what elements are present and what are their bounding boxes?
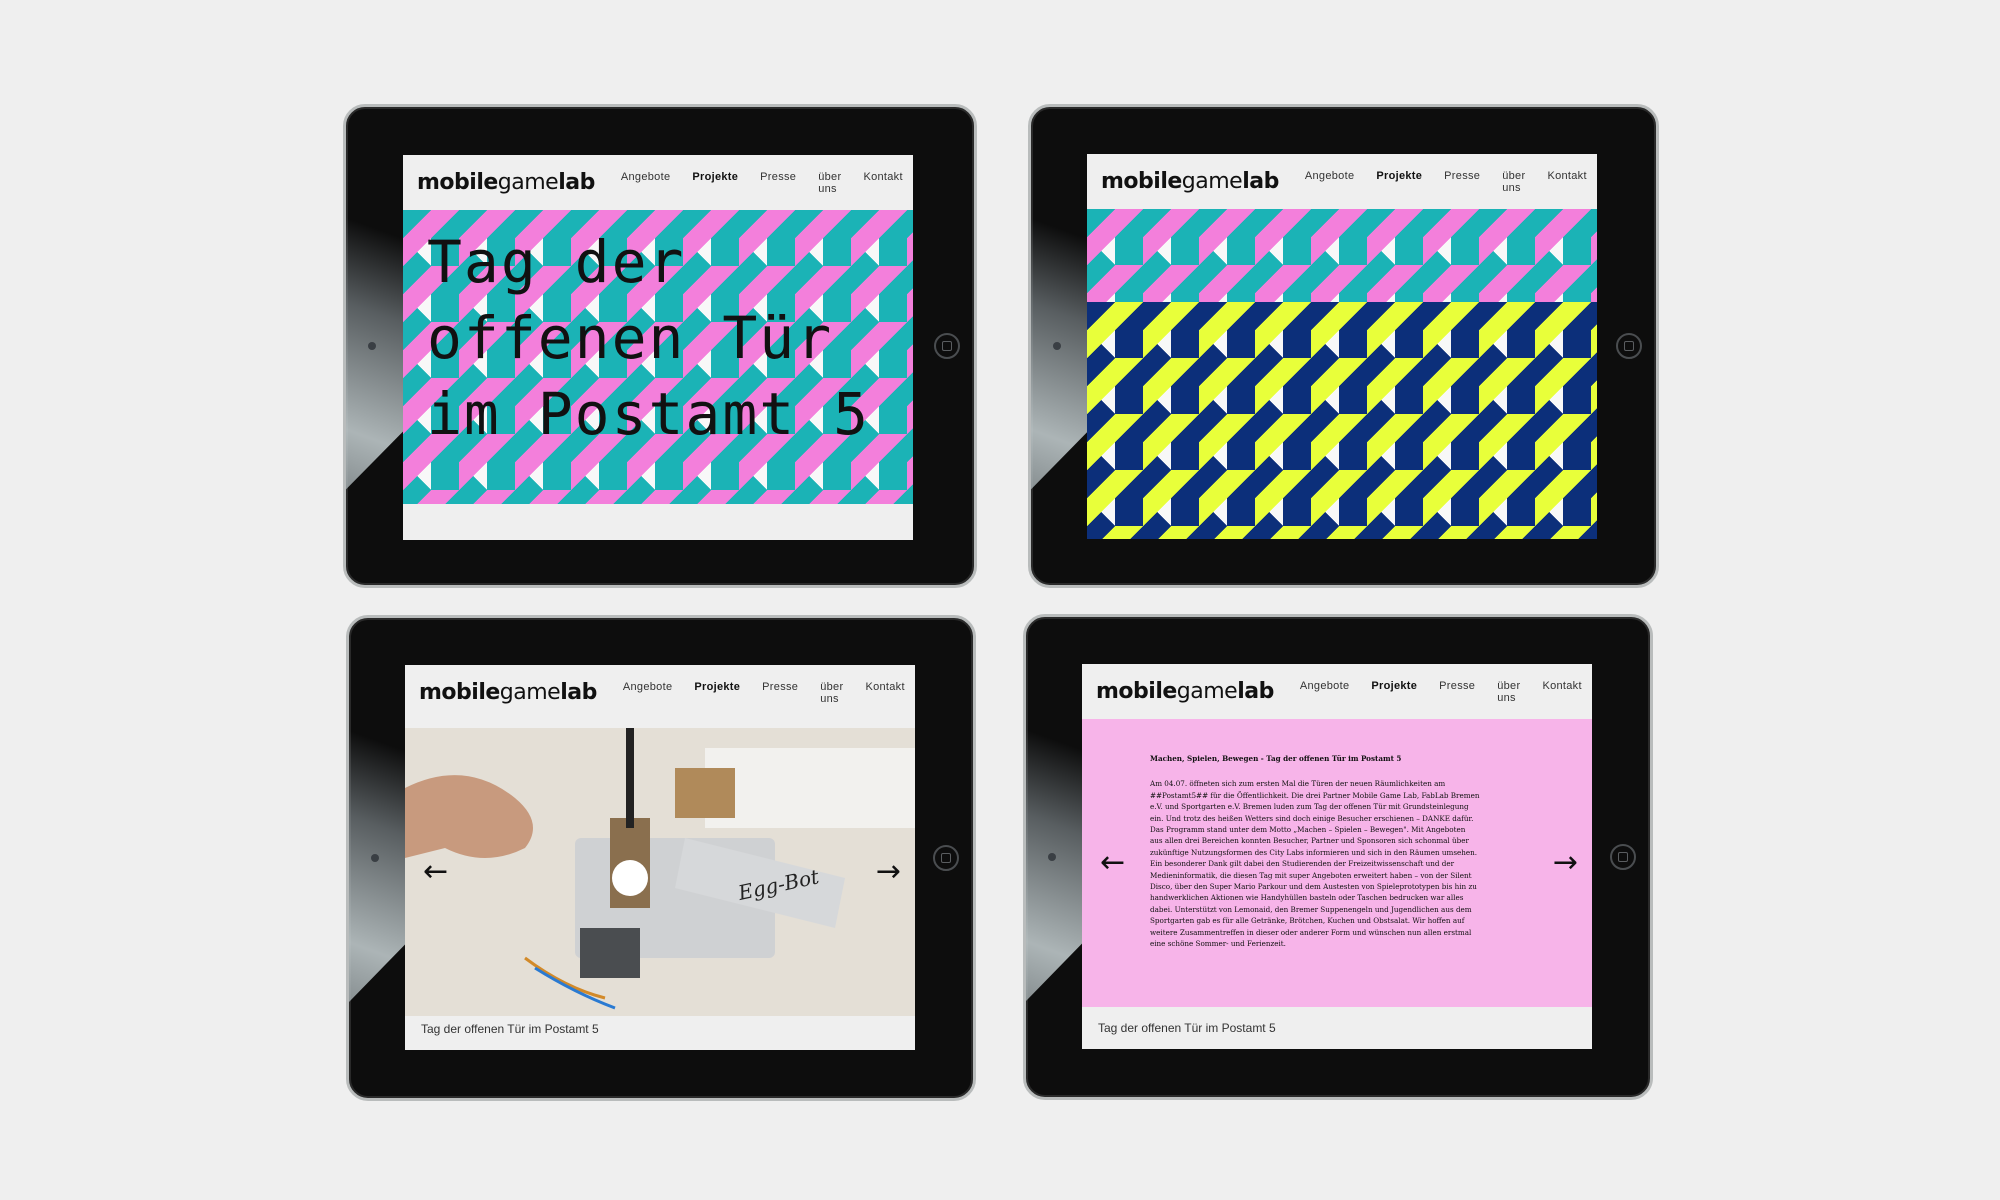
article-panel: Machen, Spielen, Bewegen - Tag der offen… xyxy=(1082,719,1592,1007)
tablet-frame-4: mobilegamelab Angebote Projekte Presse ü… xyxy=(1023,614,1653,1100)
nav-item-ueber-uns[interactable]: über uns xyxy=(1502,170,1525,194)
main-nav: Angebote Projekte Presse über uns Kontak… xyxy=(1300,680,1592,704)
tablet-frame-1: mobilegamelab Angebote Projekte Presse ü… xyxy=(343,104,977,588)
nav-item-presse[interactable]: Presse xyxy=(1444,170,1480,194)
nav-item-kontakt[interactable]: Kontakt xyxy=(863,171,902,195)
nav-item-ueber-uns[interactable]: über uns xyxy=(818,171,841,195)
prev-arrow-icon[interactable]: ← xyxy=(1100,847,1125,879)
logo[interactable]: mobilegamelab xyxy=(1101,169,1279,194)
nav-item-kontakt[interactable]: Kontakt xyxy=(1542,680,1581,704)
screen-4: mobilegamelab Angebote Projekte Presse ü… xyxy=(1082,664,1592,1049)
nav-item-presse[interactable]: Presse xyxy=(762,681,798,705)
screen-1: mobilegamelab Angebote Projekte Presse ü… xyxy=(403,155,913,540)
site-header: mobilegamelab Angebote Projekte Presse ü… xyxy=(1087,154,1597,209)
project-photo: Egg-Bot ← → xyxy=(405,728,915,1016)
home-button[interactable] xyxy=(933,845,959,871)
prev-arrow-icon[interactable]: ← xyxy=(423,856,448,888)
nav-item-projekte[interactable]: Projekte xyxy=(1371,680,1417,704)
hero-pattern-top xyxy=(1087,209,1597,302)
hero-pattern: Tag der offenen Tür im Postamt 5 xyxy=(403,210,913,504)
logo[interactable]: mobilegamelab xyxy=(419,680,597,705)
nav-item-presse[interactable]: Presse xyxy=(760,171,796,195)
home-button[interactable] xyxy=(1616,333,1642,359)
article-caption: Tag der offenen Tür im Postamt 5 xyxy=(1098,1021,1276,1035)
camera-icon xyxy=(368,342,376,350)
site-header: mobilegamelab Angebote Projekte Presse ü… xyxy=(403,155,913,210)
home-button[interactable] xyxy=(934,333,960,359)
nav-item-projekte[interactable]: Projekte xyxy=(694,681,740,705)
tablet-frame-2: mobilegamelab Angebote Projekte Presse ü… xyxy=(1028,104,1659,588)
nav-item-ueber-uns[interactable]: über uns xyxy=(1497,680,1520,704)
hero-pattern-bottom xyxy=(1087,302,1597,539)
camera-icon xyxy=(1053,342,1061,350)
logo[interactable]: mobilegamelab xyxy=(1096,679,1274,704)
nav-item-angebote[interactable]: Angebote xyxy=(623,681,673,705)
next-arrow-icon[interactable]: → xyxy=(1553,847,1578,879)
main-nav: Angebote Projekte Presse über uns Kontak… xyxy=(1305,170,1597,194)
article-headline: Machen, Spielen, Bewegen - Tag der offen… xyxy=(1150,754,1402,763)
nav-item-ueber-uns[interactable]: über uns xyxy=(820,681,843,705)
site-header: mobilegamelab Angebote Projekte Presse ü… xyxy=(405,665,915,720)
nav-item-projekte[interactable]: Projekte xyxy=(692,171,738,195)
main-nav: Angebote Projekte Presse über uns Kontak… xyxy=(623,681,915,705)
nav-item-kontakt[interactable]: Kontakt xyxy=(865,681,904,705)
nav-item-angebote[interactable]: Angebote xyxy=(1300,680,1350,704)
photo-caption: Tag der offenen Tür im Postamt 5 xyxy=(421,1022,599,1036)
nav-item-projekte[interactable]: Projekte xyxy=(1376,170,1422,194)
screen-3: mobilegamelab Angebote Projekte Presse ü… xyxy=(405,665,915,1050)
main-nav: Angebote Projekte Presse über uns Kontak… xyxy=(621,171,913,195)
egg-bot-photo: Egg-Bot xyxy=(405,728,915,1016)
next-arrow-icon[interactable]: → xyxy=(876,856,901,888)
hero-title: Tag der offenen Tür im Postamt 5 xyxy=(427,228,871,448)
tablet-frame-3: mobilegamelab Angebote Projekte Presse ü… xyxy=(346,615,976,1101)
site-header: mobilegamelab Angebote Projekte Presse ü… xyxy=(1082,664,1592,719)
screen-2: mobilegamelab Angebote Projekte Presse ü… xyxy=(1087,154,1597,539)
nav-item-angebote[interactable]: Angebote xyxy=(1305,170,1355,194)
article-text: Machen, Spielen, Bewegen - Tag der offen… xyxy=(1150,753,1480,950)
camera-icon xyxy=(1048,853,1056,861)
article-body: Am 04.07. öffneten sich zum ersten Mal d… xyxy=(1150,779,1480,949)
camera-icon xyxy=(371,854,379,862)
nav-item-kontakt[interactable]: Kontakt xyxy=(1547,170,1586,194)
nav-item-angebote[interactable]: Angebote xyxy=(621,171,671,195)
logo[interactable]: mobilegamelab xyxy=(417,170,595,195)
nav-item-presse[interactable]: Presse xyxy=(1439,680,1475,704)
home-button[interactable] xyxy=(1610,844,1636,870)
